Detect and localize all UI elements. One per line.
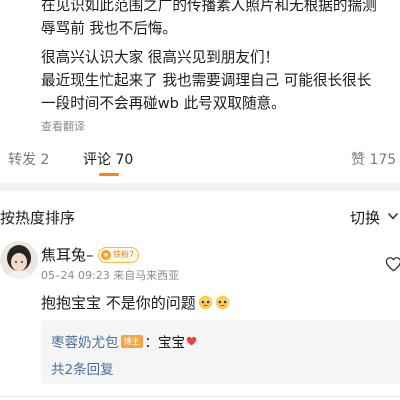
reply-separator: ： [144, 335, 159, 351]
fan-badge: ★ 铁粉7 [98, 247, 140, 263]
bottom-divider [0, 396, 400, 397]
like-heart-icon[interactable] [385, 256, 400, 272]
section-divider [0, 183, 400, 191]
tab-like[interactable]: 赞 175 [351, 149, 396, 169]
comment-body: 抱抱宝宝 不是你的问题 [41, 292, 230, 313]
active-tab-indicator [99, 173, 119, 176]
reply-text: 宝宝 [158, 335, 185, 351]
post-line: 很高兴认识大家 很高兴见到朋友们！ [41, 49, 280, 66]
fan-badge-label: 铁粉7 [113, 250, 135, 259]
reply-count-link[interactable]: 共2条回复 [51, 358, 114, 378]
comment-meta: 05–24 09:23 来自马来西亚 [41, 269, 180, 282]
comment-username[interactable]: 焦耳兔– [41, 244, 94, 265]
reply-username[interactable]: 枣蓉奶尤包 [51, 331, 119, 351]
tab-repost[interactable]: 转发 2 [8, 149, 49, 169]
red-heart-icon [186, 336, 197, 346]
avatar[interactable] [0, 241, 38, 279]
post-line: 最近现生忙起来了 我也需要调理自己 可能很长很长 [41, 72, 372, 89]
fan-star-icon: ★ [101, 250, 111, 260]
tab-comment[interactable]: 评论 70 [83, 149, 133, 169]
pleading-face-icon [198, 295, 213, 310]
post-line: 一段时间不会再碰wb 此号双取随意。 [41, 95, 286, 112]
comment-text: 抱抱宝宝 不是你的问题 [41, 294, 196, 312]
translate-link[interactable]: 查看翻译 [41, 118, 85, 134]
sort-switch-button[interactable]: 切换 [350, 207, 380, 228]
post-text: 在见识如此范围之广的传播素人照片和无根据的揣测 辱骂前 我也不后悔。 很高兴认识… [41, 0, 400, 115]
pleading-face-icon [215, 295, 230, 310]
post-line: 辱骂前 我也不后悔。 [41, 20, 177, 37]
post-line: 在见识如此范围之广的传播素人照片和无根据的揣测 [41, 0, 377, 14]
reply-line: 枣蓉奶尤包 博主 ： 宝宝 [51, 331, 197, 351]
author-badge: 博主 [120, 334, 143, 348]
sort-label: 按热度排序 [0, 209, 76, 227]
chevron-down-icon[interactable] [388, 213, 398, 220]
reply-preview[interactable]: 枣蓉奶尤包 博主 ： 宝宝 共2条回复 [41, 320, 400, 384]
